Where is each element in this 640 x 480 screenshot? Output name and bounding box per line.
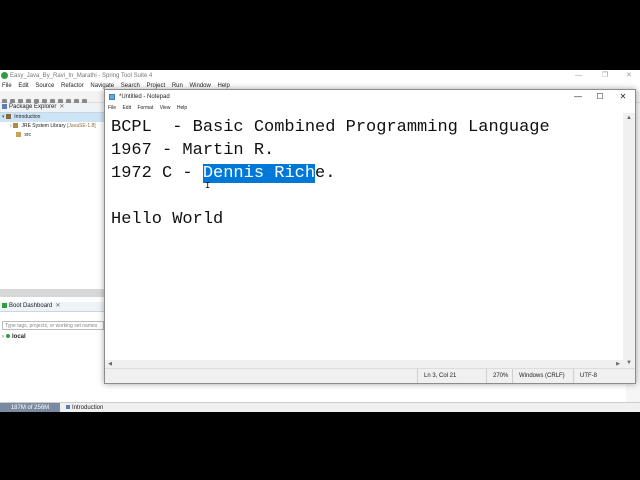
text-line-5: Hello World [111, 210, 224, 229]
notepad-menu-edit[interactable]: Edit [122, 105, 131, 111]
screen: Easy_Java_By_Ravi_In_Marathi - Spring To… [0, 70, 640, 412]
scroll-up-icon[interactable]: ▲ [623, 113, 635, 123]
notepad-menu-help[interactable]: Help [177, 105, 187, 111]
ide-menu-file[interactable]: File [2, 83, 12, 89]
ide-maximize-button[interactable]: ❐ [602, 70, 608, 82]
encoding: UTF-8 [573, 369, 597, 383]
local-server-icon [6, 334, 10, 338]
notepad-menu-format[interactable]: Format [137, 105, 153, 111]
tree-item-introduction[interactable]: ▾ Introduction [0, 113, 104, 122]
tree-item-jre-system-library[interactable]: › JRE System Library [JavaSE-1.8] [0, 122, 104, 131]
text-line-1: BCPL - Basic Combined Programming Langua… [111, 118, 550, 137]
boot-dashboard-icon [2, 302, 7, 308]
text-cursor-icon: I [205, 181, 211, 191]
chevron-right-icon[interactable]: › [10, 123, 12, 129]
close-icon[interactable]: ✕ [59, 104, 64, 110]
notepad-minimize-button[interactable]: — [567, 90, 589, 104]
chevron-right-icon[interactable]: › [2, 334, 4, 340]
heap-status[interactable]: 187M of 256M [0, 403, 60, 412]
package-explorer-icon [2, 103, 7, 109]
notepad-text-area[interactable]: BCPL - Basic Combined Programming Langua… [105, 113, 623, 368]
scroll-right-icon[interactable]: ▶ [613, 360, 623, 368]
cursor-position: Ln 3, Col 21 [417, 369, 456, 383]
notepad-status-bar: Ln 3, Col 21 270% Windows (CRLF) UTF-8 [105, 368, 635, 383]
selected-text: Dennis Rich [202, 164, 316, 183]
ide-menu-refactor[interactable]: Refactor [61, 83, 84, 89]
notepad-icon [109, 94, 115, 100]
package-explorer-tab[interactable]: Package Explorer ✕ [0, 103, 104, 113]
boot-dashboard-toolbar [56, 313, 104, 326]
scroll-left-icon[interactable]: ◀ [105, 360, 115, 368]
zoom-level: 270% [486, 369, 508, 383]
notepad-menu-file[interactable]: File [108, 105, 116, 111]
ide-menu-source[interactable]: Source [35, 83, 54, 89]
notepad-menu-view[interactable]: View [160, 105, 171, 111]
boot-dashboard-filter-input[interactable]: Type tags, projects, or working set name… [2, 321, 104, 330]
ide-window-title: Easy_Java_By_Ravi_In_Marathi - Spring To… [10, 73, 153, 79]
package-explorer-scrollbar[interactable] [0, 289, 104, 297]
library-icon [13, 123, 19, 129]
ide-menu-edit[interactable]: Edit [18, 83, 28, 89]
close-icon[interactable]: ✕ [55, 303, 60, 309]
notepad-maximize-button[interactable]: ☐ [589, 90, 611, 104]
project-folder-icon [5, 114, 11, 120]
notepad-close-button[interactable]: ✕ [612, 90, 634, 104]
tree-item-src[interactable]: src [0, 131, 104, 140]
notepad-horizontal-scrollbar[interactable]: ◀ ▶ [105, 360, 623, 368]
spring-tool-suite-icon [1, 72, 8, 79]
notepad-window: *Untitled - Notepad — ☐ ✕ File Edit Form… [104, 89, 636, 384]
notepad-vertical-scrollbar[interactable]: ▲ ▼ [623, 113, 635, 368]
text-line-2: 1967 - Martin R. [111, 141, 275, 160]
notepad-menu-bar: File Edit Format View Help [105, 104, 635, 113]
notepad-title: *Untitled - Notepad [119, 94, 170, 100]
scroll-down-icon[interactable]: ▼ [623, 358, 635, 368]
text-line-3: 1972 C - Dennis Riche. [111, 164, 336, 183]
boot-dashboard-tab[interactable]: Boot Dashboard ✕ [0, 302, 104, 312]
project-icon [66, 405, 70, 409]
ide-close-button[interactable]: ✕ [626, 70, 632, 82]
ide-minimize-button[interactable]: — [575, 70, 582, 82]
boot-dashboard-item-local[interactable]: › local [2, 333, 26, 342]
ide-status-bar: 187M of 256M Introduction [0, 402, 640, 412]
notepad-title-bar[interactable]: *Untitled - Notepad — ☐ ✕ [105, 90, 635, 104]
source-folder-icon [16, 132, 21, 138]
line-ending: Windows (CRLF) [512, 369, 565, 383]
ide-title-bar: Easy_Java_By_Ravi_In_Marathi - Spring To… [0, 70, 640, 82]
status-selection: Introduction [66, 403, 103, 412]
chevron-down-icon[interactable]: ▾ [2, 114, 5, 120]
